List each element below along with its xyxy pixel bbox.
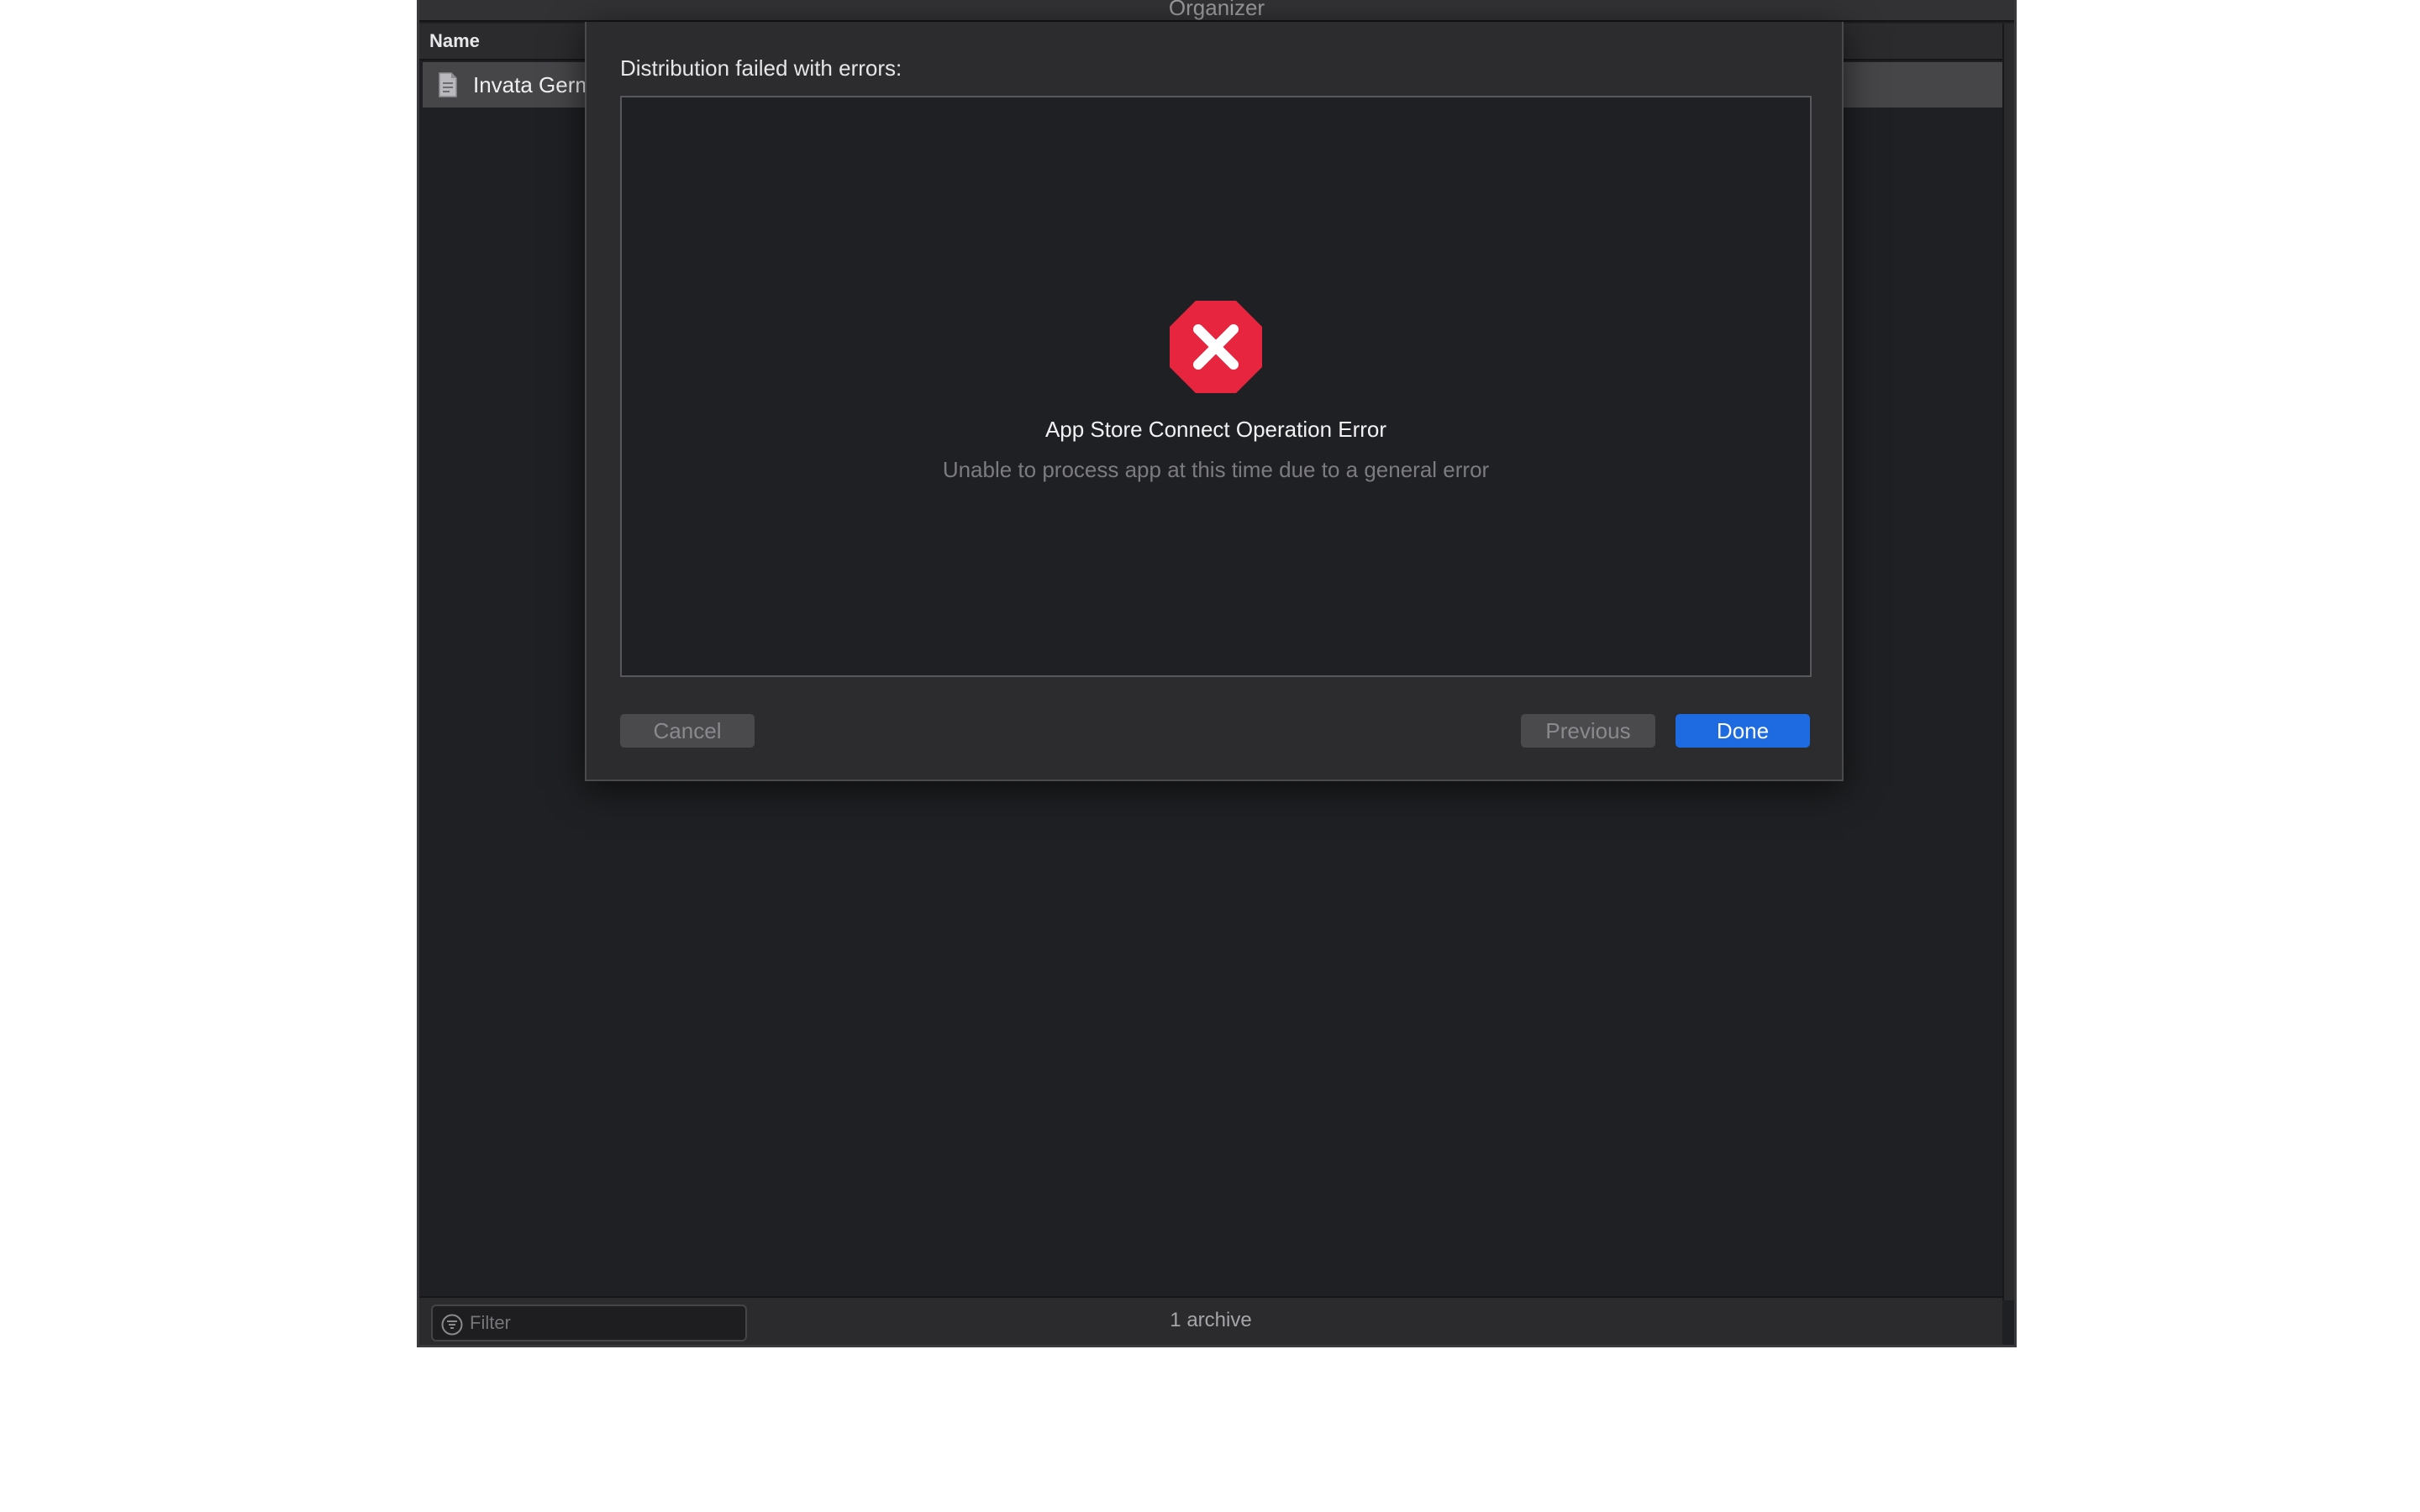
previous-button[interactable]: Previous	[1521, 714, 1655, 748]
bottom-bar: 1 archive	[419, 1296, 2002, 1345]
archive-name: Invata Germ	[473, 72, 594, 97]
window-title: Organizer	[419, 0, 2014, 22]
error-message: Unable to process app at this time due t…	[942, 457, 1490, 482]
column-header-name[interactable]: Name	[429, 30, 480, 52]
cancel-button[interactable]: Cancel	[620, 714, 755, 748]
vertical-scrollbar[interactable]	[2002, 24, 2014, 1300]
archive-count: 1 archive	[1170, 1309, 1252, 1331]
archive-file-icon	[439, 72, 457, 97]
error-title: App Store Connect Operation Error	[1044, 417, 1387, 442]
error-result-panel: App Store Connect Operation Error Unable…	[620, 96, 1812, 677]
distribution-sheet: Distribution failed with errors: App Sto…	[585, 22, 1844, 781]
error-x-octagon-icon	[1170, 301, 1262, 393]
sheet-heading: Distribution failed with errors:	[620, 55, 902, 81]
done-button[interactable]: Done	[1676, 714, 1810, 748]
